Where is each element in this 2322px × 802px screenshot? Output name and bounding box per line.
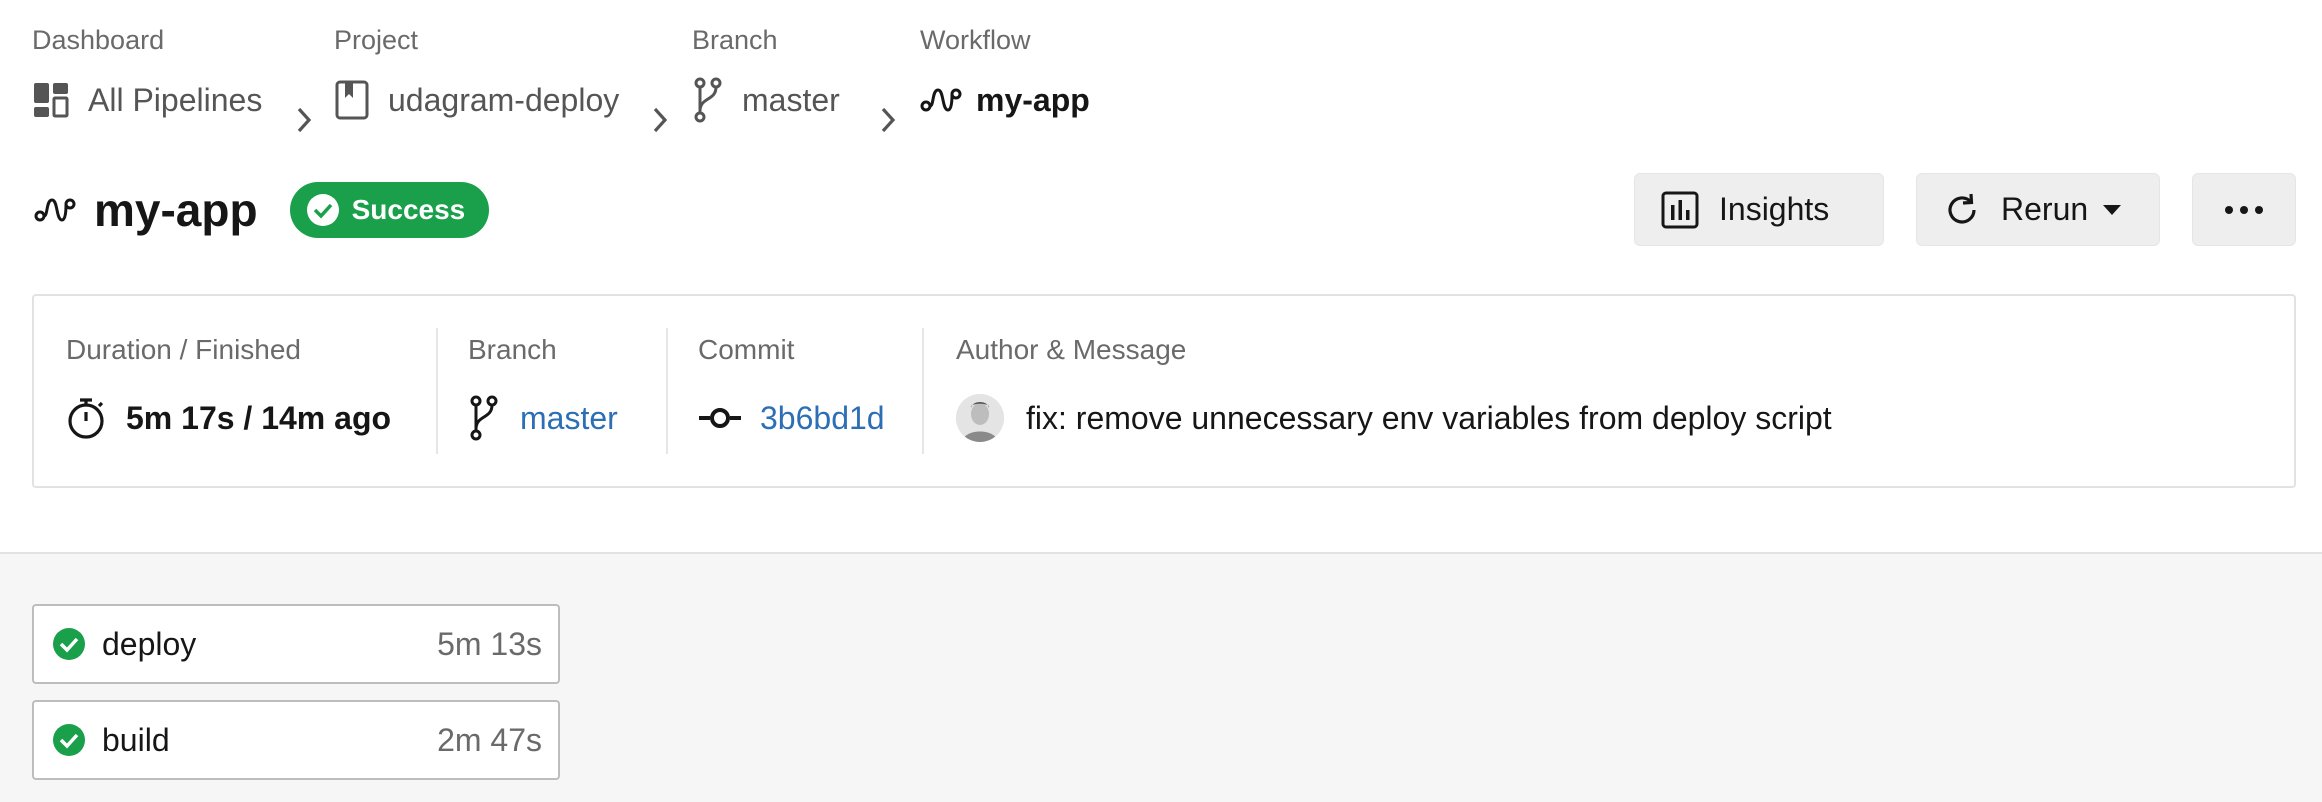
divider xyxy=(436,328,438,454)
breadcrumb-branch-link[interactable]: master xyxy=(692,76,840,124)
rerun-button-label: Rerun xyxy=(2001,191,2089,227)
insights-button[interactable]: Insights xyxy=(1634,173,1884,246)
branch-link[interactable]: master xyxy=(520,400,618,437)
breadcrumb-branch-value: master xyxy=(742,81,840,118)
author-value-row: fix: remove unnecessary env variables fr… xyxy=(956,390,1832,446)
job-card-build[interactable]: build 2m 47s xyxy=(32,700,560,780)
chevron-right-icon xyxy=(881,107,896,133)
pipeline-summary-card: Duration / Finished 5m 17s / 14m ago Bra… xyxy=(32,294,2296,488)
breadcrumb-branch[interactable]: Branch master xyxy=(692,22,840,123)
workflow-header: my-app Success xyxy=(34,180,490,240)
status-badge-label: Success xyxy=(351,194,466,225)
breadcrumb-dashboard-value: All Pipelines xyxy=(88,81,263,118)
duration-value: 5m 17s / 14m ago xyxy=(126,399,392,436)
breadcrumb-workflow-value: my-app xyxy=(976,81,1090,118)
stopwatch-icon xyxy=(68,398,104,439)
job-card-deploy[interactable]: deploy 5m 13s xyxy=(32,604,560,684)
page-title: my-app xyxy=(94,184,258,236)
breadcrumb-workflow-link[interactable]: my-app xyxy=(920,76,1090,124)
breadcrumb-project-label: Project xyxy=(334,25,419,55)
avatar[interactable] xyxy=(956,394,1004,442)
breadcrumb-dashboard[interactable]: Dashboard All Pipelines xyxy=(32,22,262,118)
commit-label: Commit xyxy=(698,334,795,365)
breadcrumb-workflow-label: Workflow xyxy=(920,25,1031,55)
duration-value-row: 5m 17s / 14m ago xyxy=(66,390,391,446)
ellipsis-icon xyxy=(2225,205,2263,214)
job-name: build xyxy=(102,721,170,758)
divider xyxy=(922,328,924,454)
commit-link[interactable]: 3b6bd1d xyxy=(760,400,885,437)
refresh-icon xyxy=(1948,193,1976,224)
status-badge: Success xyxy=(289,182,490,238)
rerun-button[interactable]: Rerun xyxy=(1916,173,2160,246)
git-branch-icon xyxy=(470,395,498,441)
workflow-icon xyxy=(34,198,76,222)
check-circle-icon xyxy=(306,194,339,226)
job-duration: 5m 13s xyxy=(437,625,542,662)
branch-value-row[interactable]: master xyxy=(468,390,618,446)
chevron-right-icon xyxy=(653,107,668,133)
more-options-button[interactable] xyxy=(2192,173,2296,246)
insights-chart-icon xyxy=(1661,191,1699,228)
git-branch-icon xyxy=(694,77,722,123)
workflow-icon xyxy=(920,88,962,112)
job-name: deploy xyxy=(102,625,197,662)
dashboard-icon xyxy=(34,83,69,118)
duration-label: Duration / Finished xyxy=(66,334,302,365)
breadcrumb-workflow[interactable]: Workflow my-app xyxy=(920,22,1090,118)
commit-message: fix: remove unnecessary env variables fr… xyxy=(1026,399,1832,436)
job-duration: 2m 47s xyxy=(437,721,542,758)
avatar-image xyxy=(956,394,1004,442)
breadcrumb-dashboard-link[interactable]: All Pipelines xyxy=(32,76,262,124)
breadcrumb-dashboard-label: Dashboard xyxy=(32,25,165,55)
workflow-graph-area: deploy 5m 13s build 2m 47s xyxy=(0,552,2322,802)
divider xyxy=(666,328,668,454)
project-book-icon xyxy=(335,80,369,120)
chevron-right-icon xyxy=(297,107,312,133)
breadcrumb-project-value: udagram-deploy xyxy=(388,81,620,118)
success-check-icon xyxy=(53,628,85,660)
caret-down-icon xyxy=(2103,204,2122,215)
breadcrumb-branch-label: Branch xyxy=(692,25,778,55)
branch-label: Branch xyxy=(468,334,557,365)
author-label: Author & Message xyxy=(956,334,1187,365)
breadcrumb-project[interactable]: Project udagram-deploy xyxy=(334,22,619,120)
success-check-icon xyxy=(53,724,85,756)
insights-button-label: Insights xyxy=(1719,191,1830,227)
commit-value-row[interactable]: 3b6bd1d xyxy=(698,390,885,446)
breadcrumb-project-link[interactable]: udagram-deploy xyxy=(334,76,619,124)
git-commit-icon xyxy=(699,408,741,428)
